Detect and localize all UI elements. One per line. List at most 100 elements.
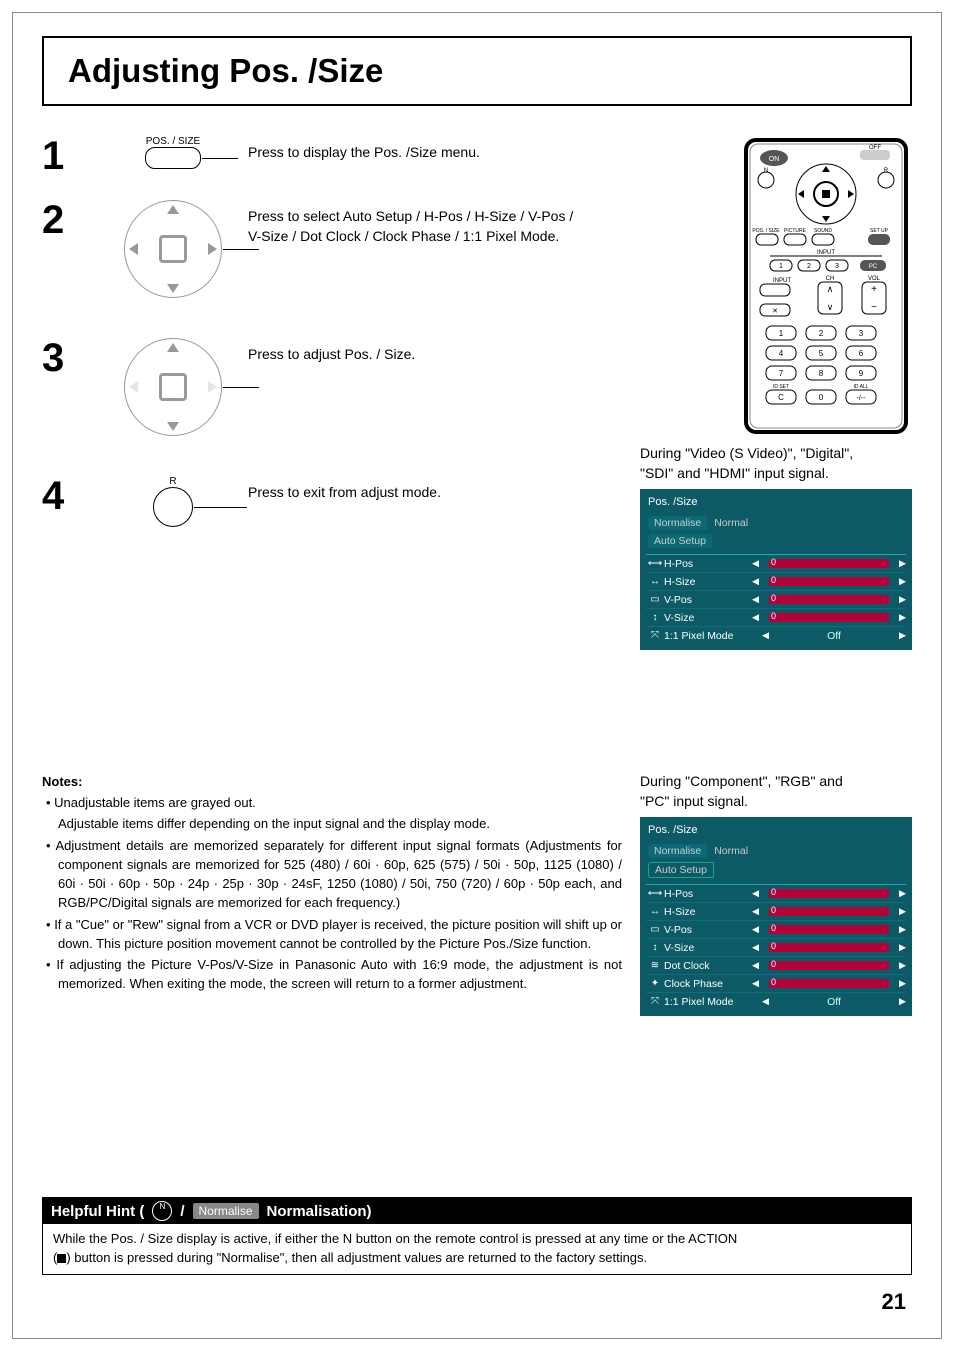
osd-row-value: Off xyxy=(769,630,899,642)
osd-row-icon: ⟷ xyxy=(646,558,664,569)
osd-row: ⟷H-Pos xyxy=(646,554,906,572)
arrow-left-icon xyxy=(752,596,759,603)
svg-text:4: 4 xyxy=(779,349,784,358)
svg-text:8: 8 xyxy=(819,369,824,378)
osd-row-name: H-Size xyxy=(664,576,752,588)
action-square-icon xyxy=(57,1254,66,1263)
hint-body-1: While the Pos. / Size display is active,… xyxy=(53,1231,737,1246)
osd-b-normal-label: Normal xyxy=(710,845,748,857)
osd-row-name: Dot Clock xyxy=(664,960,752,972)
arrow-left-icon xyxy=(752,980,759,987)
osd-b-block: During "Component", "RGB" and"PC" input … xyxy=(640,772,912,1016)
arrow-right-icon xyxy=(899,614,906,621)
hint-tail: Normalisation) xyxy=(267,1203,372,1220)
arrow-left-icon xyxy=(752,944,759,951)
osd-b-normalise-chip: Normalise xyxy=(648,844,707,858)
page-number: 21 xyxy=(882,1289,906,1315)
remote-ch-label: CH xyxy=(826,276,835,282)
osd-a-normalise-chip: Normalise xyxy=(648,516,707,530)
remote-r-label: R xyxy=(884,168,889,174)
osd-row: ↔H-Size xyxy=(646,572,906,590)
step-3-text: Press to adjust Pos. / Size. xyxy=(248,338,415,364)
osd-row-icon: ⤧ xyxy=(646,996,664,1007)
helpful-hint-box: Helpful Hint ( N / Normalise Normalisati… xyxy=(42,1197,912,1275)
notes-section: Notes: Unadjustable items are grayed out… xyxy=(42,772,912,1016)
osd-row: ↕V-Size xyxy=(646,938,906,956)
arrow-left-icon xyxy=(752,890,759,897)
osd-row-bar xyxy=(769,925,889,934)
svg-text:C: C xyxy=(778,393,784,402)
osd-row: ▭V-Pos xyxy=(646,590,906,608)
osd-row-icon: ▭ xyxy=(646,594,664,605)
osd-row-name: 1:1 Pixel Mode xyxy=(664,630,762,642)
arrow-right-icon xyxy=(899,632,906,639)
osd-row-name: H-Pos xyxy=(664,558,752,570)
step-2-line1: Press to select Auto Setup / H-Pos / H-S… xyxy=(248,208,573,224)
osd-b-panel: Pos. /Size Normalise Normal Auto Setup ⟷… xyxy=(640,817,912,1016)
normalise-chip: Normalise xyxy=(193,1203,259,1219)
osd-row-icon: ⟷ xyxy=(646,888,664,899)
osd-row-name: V-Size xyxy=(664,612,752,624)
svg-text:1: 1 xyxy=(779,329,784,338)
osd-row-icon: ⤧ xyxy=(646,630,664,641)
page-title: Adjusting Pos. /Size xyxy=(44,52,383,90)
arrow-right-icon xyxy=(899,926,906,933)
helpful-hint-body: While the Pos. / Size display is active,… xyxy=(43,1224,911,1274)
svg-text:6: 6 xyxy=(859,349,864,358)
svg-text:1: 1 xyxy=(779,263,783,270)
page-content: Adjusting Pos. /Size 1 POS. / SIZE Press… xyxy=(42,36,912,1315)
step-1-text: Press to display the Pos. /Size menu. xyxy=(248,136,480,162)
osd-row: ✦Clock Phase xyxy=(646,974,906,992)
svg-text:9: 9 xyxy=(859,369,864,378)
osd-row-bar xyxy=(769,943,889,952)
osd-row-bar xyxy=(769,613,889,622)
osd-row-pixel: ⤧1:1 Pixel Mode Off xyxy=(646,992,906,1010)
svg-text:SOUND: SOUND xyxy=(814,228,832,234)
osd-row: ↔H-Size xyxy=(646,902,906,920)
remote-idset-label: ID SET xyxy=(773,384,789,390)
hint-lead: Helpful Hint ( xyxy=(51,1203,144,1220)
remote-pc-label: PC xyxy=(869,264,878,270)
osd-row: ↕V-Size xyxy=(646,608,906,626)
osd-a-block: During "Video (S Video)", "Digital","SDI… xyxy=(640,444,912,650)
steps-area: 1 POS. / SIZE Press to display the Pos. … xyxy=(42,136,912,676)
note-item: Adjustment details are memorized separat… xyxy=(46,836,622,913)
step-3-number: 3 xyxy=(42,338,98,378)
pos-size-button-icon xyxy=(145,147,201,169)
osd-row-icon: ▭ xyxy=(646,924,664,935)
osd-b-caption: During "Component", "RGB" and"PC" input … xyxy=(640,772,912,811)
arrow-right-icon xyxy=(899,890,906,897)
osd-row-name: V-Size xyxy=(664,942,752,954)
osd-row-name: V-Pos xyxy=(664,924,752,936)
osd-row-bar xyxy=(769,595,889,604)
step-2-number: 2 xyxy=(42,200,98,240)
osd-row-bar xyxy=(769,907,889,916)
arrow-right-icon xyxy=(899,962,906,969)
svg-text:2: 2 xyxy=(807,263,811,270)
arrow-right-icon xyxy=(899,998,906,1005)
osd-row-name: H-Pos xyxy=(664,888,752,900)
osd-row-value: Off xyxy=(769,996,899,1008)
osd-row-icon: ✦ xyxy=(646,978,664,989)
arrow-right-icon xyxy=(899,578,906,585)
arrow-left-icon xyxy=(762,632,769,639)
osd-a-caption: During "Video (S Video)", "Digital","SDI… xyxy=(640,444,912,483)
remote-n-label: N xyxy=(764,168,768,174)
pos-size-label: POS. / SIZE xyxy=(145,136,201,147)
nav-pad-icon xyxy=(124,338,222,436)
osd-row-bar xyxy=(769,559,889,568)
svg-text:∨: ∨ xyxy=(827,302,834,312)
arrow-right-icon xyxy=(899,944,906,951)
nav-pad-icon xyxy=(124,200,222,298)
remote-off-label: OFF xyxy=(869,145,881,151)
pos-size-button-illustration: POS. / SIZE xyxy=(98,136,248,169)
svg-text:3: 3 xyxy=(835,263,839,270)
osd-row-bar xyxy=(769,577,889,586)
osd-row-name: 1:1 Pixel Mode xyxy=(664,996,762,1008)
osd-row: ≋Dot Clock xyxy=(646,956,906,974)
note-item: If adjusting the Picture V-Pos/V-Size in… xyxy=(46,955,622,993)
note-item: Unadjustable items are grayed out. xyxy=(46,793,622,812)
osd-row-name: H-Size xyxy=(664,906,752,918)
arrow-right-icon xyxy=(899,596,906,603)
osd-row: ▭V-Pos xyxy=(646,920,906,938)
